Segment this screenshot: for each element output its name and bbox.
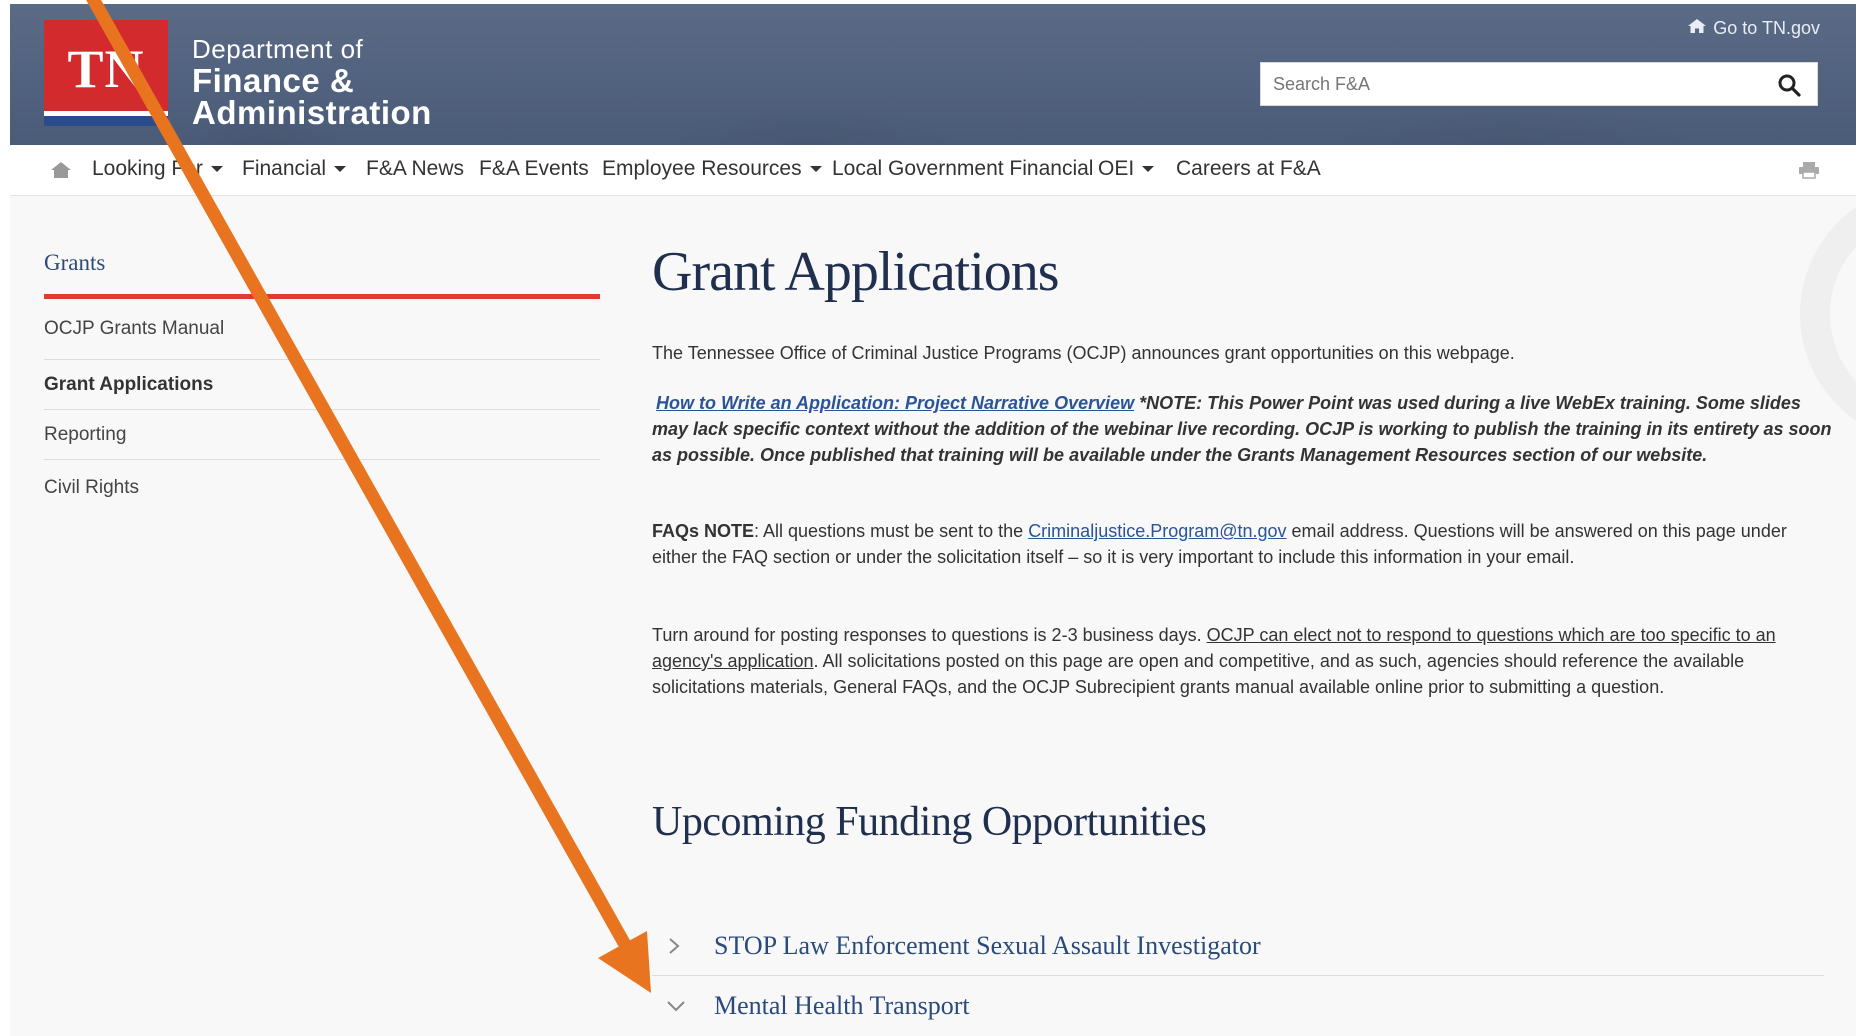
faq-label: FAQs NOTE	[652, 521, 755, 541]
nav-item-fa-news[interactable]: F&A News	[366, 157, 464, 181]
dept-name-line1[interactable]: Department of	[192, 34, 363, 65]
sidebar-accent-bar	[44, 294, 600, 299]
tn-logo-text: TN	[67, 39, 145, 99]
caret-down-icon	[210, 166, 223, 173]
goto-tngov-label: Go to TN.gov	[1713, 18, 1820, 38]
dept-name-line3[interactable]: Administration	[192, 94, 432, 132]
caret-down-icon	[809, 166, 822, 173]
note-paragraph: How to Write an Application: Project Nar…	[652, 390, 1832, 468]
browser-page: TN Department of Finance & Administratio…	[10, 4, 1856, 1036]
sidebar-title-grants[interactable]: Grants	[44, 250, 105, 276]
home-icon	[1687, 18, 1707, 39]
intro-paragraph: The Tennessee Office of Criminal Justice…	[652, 343, 1515, 363]
tn-logo[interactable]: TN	[44, 20, 168, 126]
chevron-right-icon	[666, 936, 696, 956]
nav-home-icon[interactable]	[50, 161, 72, 184]
sidebar-item-reporting[interactable]: Reporting	[44, 410, 600, 460]
section-title-upcoming: Upcoming Funding Opportunities	[652, 799, 1207, 845]
main-nav: Looking For Financial F&A News F&A Event…	[10, 145, 1856, 196]
page-title: Grant Applications	[652, 241, 1060, 303]
caret-down-icon	[1142, 166, 1155, 173]
nav-item-fa-events[interactable]: F&A Events	[479, 157, 589, 181]
turnaround-paragraph: Turn around for posting responses to que…	[652, 625, 1776, 697]
goto-tngov-link[interactable]: Go to TN.gov	[1687, 18, 1820, 39]
search-icon[interactable]	[1777, 73, 1801, 102]
nav-item-oei[interactable]: OEI	[1098, 157, 1155, 181]
search-box	[1260, 62, 1818, 106]
sidebar-item-civil-rights[interactable]: Civil Rights	[44, 460, 600, 512]
faq-paragraph: FAQs NOTE: All questions must be sent to…	[652, 521, 1787, 567]
email-link[interactable]: Criminaljustice.Program@tn.gov	[1028, 521, 1286, 541]
accordion-label: STOP Law Enforcement Sexual Assault Inve…	[714, 930, 1261, 960]
nav-item-looking-for[interactable]: Looking For	[92, 157, 223, 181]
accordion-mental-health-transport[interactable]: Mental Health Transport	[652, 976, 1824, 1036]
search-input[interactable]	[1261, 63, 1765, 105]
nav-item-careers[interactable]: Careers at F&A	[1176, 157, 1321, 181]
sidebar-item-ocjp-grants-manual[interactable]: OCJP Grants Manual	[44, 310, 600, 360]
chevron-down-icon	[666, 998, 696, 1014]
nav-item-local-government-financial[interactable]: Local Government Financial	[832, 157, 1093, 181]
print-icon[interactable]	[1798, 161, 1820, 184]
caret-down-icon	[334, 166, 347, 173]
accordion-stop-law-enforcement[interactable]: STOP Law Enforcement Sexual Assault Inve…	[652, 916, 1824, 976]
site-header: TN Department of Finance & Administratio…	[10, 4, 1856, 145]
sidebar-item-grant-applications[interactable]: Grant Applications	[44, 360, 600, 410]
nav-item-financial[interactable]: Financial	[242, 157, 347, 181]
nav-item-employee-resources[interactable]: Employee Resources	[602, 157, 822, 181]
accordion-label: Mental Health Transport	[714, 991, 970, 1020]
project-narrative-link[interactable]: How to Write an Application: Project Nar…	[656, 393, 1134, 413]
